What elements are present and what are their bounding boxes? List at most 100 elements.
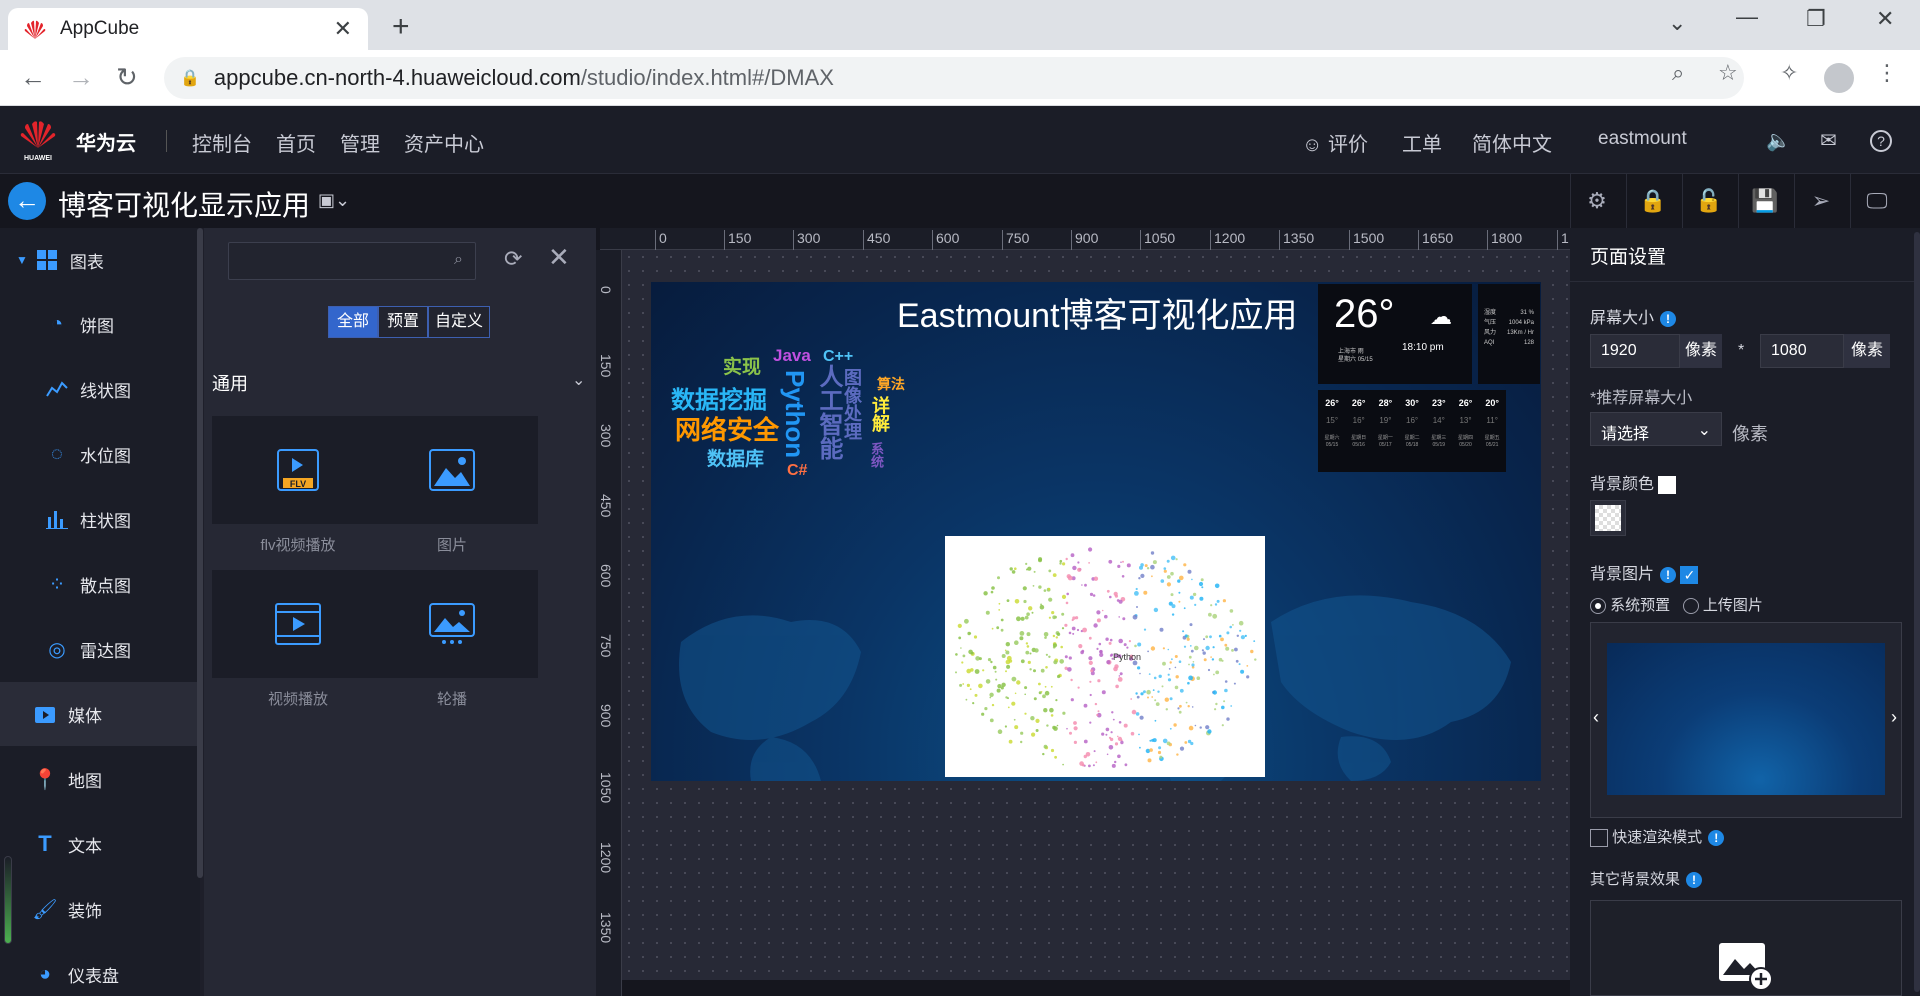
graph-node [1084,583,1087,587]
info-icon[interactable]: ! [1660,311,1677,327]
screen-height-input[interactable]: 1080 [1760,334,1844,368]
info-icon[interactable]: ! [1686,872,1703,888]
component-search-input[interactable]: ⌕ [228,242,476,280]
graph-node [1101,609,1104,612]
component-card-flv[interactable]: FLV [212,416,384,524]
panel-scrollbar[interactable] [1914,232,1920,992]
graph-node [1020,740,1023,744]
new-tab-button[interactable]: + [392,10,410,44]
graph-node [1214,603,1218,606]
search-icon[interactable]: ⌕ [454,251,463,269]
browser-menu-icon[interactable]: ⋮ [1876,60,1898,86]
sidebar-resize-handle[interactable] [4,856,12,944]
bg-color-swatch[interactable] [1590,500,1626,536]
sidebar-item-text[interactable]: T 文本 [0,812,200,876]
prev-arrow-icon[interactable]: ‹ [1593,707,1599,728]
restore-icon[interactable]: ❐ [1806,6,1826,32]
sidebar-item-pie[interactable]: ◔ 饼图 [0,292,200,356]
component-card-carousel[interactable] [366,570,538,678]
brand-name[interactable]: 华为云 [76,127,136,156]
preview-monitor-icon[interactable]: 🖵 [1862,186,1892,216]
graph-node [991,627,994,630]
mail-icon[interactable]: ✉ [1820,128,1837,153]
sidebar-item-dashboard[interactable]: ◕ 仪表盘 [0,942,200,996]
sidebar-item-water[interactable]: ◌ 水位图 [0,422,200,486]
screen-width-input[interactable]: 1920 [1590,334,1680,368]
nav-console[interactable]: 控制台 [192,128,252,157]
bg-color-label: 背景颜色 [1590,470,1677,494]
graph-node [992,665,997,670]
back-button[interactable]: ← [8,182,46,220]
graph-node [964,618,969,624]
page-switch-icon[interactable]: ▣⌄ [318,190,350,211]
sidebar-item-scatter[interactable]: ⁘ 散点图 [0,552,200,616]
publish-send-icon[interactable]: ➢ [1806,186,1836,216]
group-title[interactable]: 通用 [212,370,248,396]
language-select[interactable]: 简体中文 [1472,128,1552,157]
info-icon[interactable]: ! [1660,567,1677,583]
url-field[interactable]: 🔒 appcube.cn-north-4.huaweicloud.com/stu… [164,57,1744,99]
sidebar-item-line[interactable]: 线状图 [0,357,200,421]
forecast-low: 14° [1432,416,1445,425]
component-card-video[interactable] [212,570,384,678]
save-icon[interactable]: 💾 [1750,186,1780,216]
bg-color-checkbox[interactable] [1658,475,1677,494]
nav-asset-center[interactable]: 资产中心 [404,128,484,157]
component-card-image[interactable] [366,416,538,524]
fast-render-checkbox[interactable] [1590,829,1608,848]
sidebar-item-media[interactable]: 媒体 [0,682,200,746]
info-icon[interactable]: ! [1708,830,1725,846]
close-panel-icon[interactable]: ✕ [548,242,570,273]
browser-tab[interactable]: AppCube ✕ [8,8,368,50]
sidebar-item-radar[interactable]: ◎ 雷达图 [0,617,200,681]
effects-upload-box[interactable] [1590,900,1902,996]
bg-image-checkbox[interactable]: ✓ [1680,565,1699,584]
sidebar-scrollbar[interactable] [197,228,203,878]
ruler-tick: 1350 [598,912,614,944]
sidebar-item-decoration[interactable]: 🖌 装饰 [0,877,200,941]
feedback-link[interactable]: ☺ 评价 [1302,128,1368,157]
chevron-down-icon[interactable]: ⌄ [572,370,585,390]
graph-node [1233,682,1236,685]
refresh-icon[interactable]: ⟳ [504,246,522,272]
tab-custom[interactable]: 自定义 [428,306,490,338]
sidebar-item-bar[interactable]: 柱状图 [0,487,200,551]
minimize-icon[interactable]: — [1736,4,1758,30]
tab-preset[interactable]: 预置 [378,306,428,338]
design-screen[interactable]: Eastmount博客可视化应用 实现 Java C++ 数据挖掘 网络安全 数… [651,282,1541,781]
settings-gear-icon[interactable]: ⚙ [1582,186,1612,216]
network-graph-image[interactable]: Python [945,536,1265,777]
ticket-link[interactable]: 工单 [1402,128,1442,157]
lock-screen-icon[interactable]: 🔒 [1638,186,1668,216]
speaker-icon[interactable]: 🔈 [1766,128,1791,153]
help-icon[interactable]: ? [1870,130,1892,152]
tab-title: AppCube [60,18,140,39]
tab-close-icon[interactable]: ✕ [334,16,352,42]
radio-upload[interactable] [1682,598,1699,615]
reload-icon[interactable]: ↻ [116,62,138,93]
card-label: 图片 [436,537,467,554]
tab-all[interactable]: 全部 [328,306,378,338]
bookmark-star-icon[interactable]: ☆ [1718,60,1738,86]
window-close-icon[interactable]: ✕ [1876,6,1894,32]
bg-image-text: 背景图片 [1590,566,1655,583]
profile-avatar-icon[interactable] [1824,63,1854,93]
nav-home[interactable]: 首页 [276,128,316,157]
unlock-screen-icon[interactable]: 🔓 [1694,186,1724,216]
next-arrow-icon[interactable]: › [1891,707,1897,728]
graph-node [1200,578,1204,582]
sidebar-item-charts[interactable]: ▼ 图表 [0,228,200,292]
tab-search-chevron-icon[interactable]: ⌄ [1668,10,1686,36]
zoom-icon[interactable]: ⌕ [1672,60,1684,86]
back-arrow-icon[interactable]: ← [20,62,46,93]
huawei-logo-icon[interactable]: HUAWEI [18,118,58,162]
username[interactable]: eastmount [1598,128,1687,150]
nav-manage[interactable]: 管理 [340,128,380,157]
recommended-size-select[interactable]: 请选择 ⌄ [1590,412,1722,446]
sidebar-item-map[interactable]: 📍 地图 [0,747,200,811]
forward-arrow-icon[interactable]: → [68,62,94,93]
graph-node [1032,585,1035,587]
radio-system-preset[interactable] [1590,598,1606,615]
graph-node [1071,626,1076,631]
extensions-icon[interactable]: ✧ [1780,60,1798,86]
